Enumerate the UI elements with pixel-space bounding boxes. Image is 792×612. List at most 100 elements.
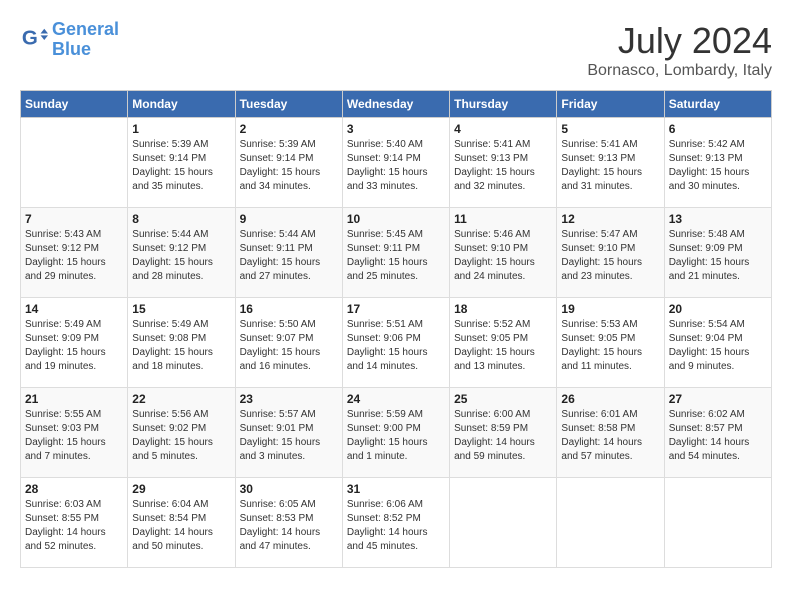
cell-content: Sunrise: 5:41 AM Sunset: 9:13 PM Dayligh… [454, 138, 552, 194]
calendar-cell: 1 Sunrise: 5:39 AM Sunset: 9:14 PM Daylig… [128, 118, 235, 208]
day-number: 15 [132, 302, 230, 316]
cell-content: Sunrise: 5:49 AM Sunset: 9:09 PM Dayligh… [25, 318, 123, 374]
weekday-header-tuesday: Tuesday [235, 91, 342, 118]
day-number: 22 [132, 392, 230, 406]
weekday-header-wednesday: Wednesday [342, 91, 449, 118]
day-number: 19 [561, 302, 659, 316]
day-number: 27 [669, 392, 767, 406]
day-number: 17 [347, 302, 445, 316]
day-number: 23 [240, 392, 338, 406]
cell-content: Sunrise: 5:42 AM Sunset: 9:13 PM Dayligh… [669, 138, 767, 194]
calendar-table: SundayMondayTuesdayWednesdayThursdayFrid… [20, 90, 772, 568]
calendar-cell [21, 118, 128, 208]
day-number: 20 [669, 302, 767, 316]
calendar-cell: 16 Sunrise: 5:50 AM Sunset: 9:07 PM Dayli… [235, 298, 342, 388]
cell-content: Sunrise: 6:05 AM Sunset: 8:53 PM Dayligh… [240, 498, 338, 554]
cell-content: Sunrise: 5:47 AM Sunset: 9:10 PM Dayligh… [561, 228, 659, 284]
week-row-3: 14 Sunrise: 5:49 AM Sunset: 9:09 PM Dayli… [21, 298, 772, 388]
calendar-cell: 7 Sunrise: 5:43 AM Sunset: 9:12 PM Daylig… [21, 208, 128, 298]
calendar-cell: 23 Sunrise: 5:57 AM Sunset: 9:01 PM Dayli… [235, 388, 342, 478]
day-number: 13 [669, 212, 767, 226]
cell-content: Sunrise: 5:59 AM Sunset: 9:00 PM Dayligh… [347, 408, 445, 464]
calendar-cell: 30 Sunrise: 6:05 AM Sunset: 8:53 PM Dayli… [235, 478, 342, 568]
cell-content: Sunrise: 5:46 AM Sunset: 9:10 PM Dayligh… [454, 228, 552, 284]
logo: G General Blue [20, 20, 119, 60]
day-number: 6 [669, 122, 767, 136]
cell-content: Sunrise: 5:39 AM Sunset: 9:14 PM Dayligh… [132, 138, 230, 194]
cell-content: Sunrise: 5:55 AM Sunset: 9:03 PM Dayligh… [25, 408, 123, 464]
day-number: 12 [561, 212, 659, 226]
day-number: 5 [561, 122, 659, 136]
day-number: 9 [240, 212, 338, 226]
calendar-cell: 22 Sunrise: 5:56 AM Sunset: 9:02 PM Dayli… [128, 388, 235, 478]
day-number: 21 [25, 392, 123, 406]
calendar-cell: 26Sunrise: 6:01 AM Sunset: 8:58 PM Dayli… [557, 388, 664, 478]
day-number: 3 [347, 122, 445, 136]
calendar-cell: 29Sunrise: 6:04 AM Sunset: 8:54 PM Dayli… [128, 478, 235, 568]
day-number: 7 [25, 212, 123, 226]
cell-content: Sunrise: 5:53 AM Sunset: 9:05 PM Dayligh… [561, 318, 659, 374]
calendar-cell: 13 Sunrise: 5:48 AM Sunset: 9:09 PM Dayli… [664, 208, 771, 298]
page-header: G General Blue July 2024 Bornasco, Lomba… [20, 20, 772, 80]
cell-content: Sunrise: 6:00 AM Sunset: 8:59 PM Dayligh… [454, 408, 552, 464]
cell-content: Sunrise: 5:54 AM Sunset: 9:04 PM Dayligh… [669, 318, 767, 374]
day-number: 1 [132, 122, 230, 136]
calendar-cell: 10Sunrise: 5:45 AM Sunset: 9:11 PM Dayli… [342, 208, 449, 298]
day-number: 2 [240, 122, 338, 136]
calendar-cell: 2 Sunrise: 5:39 AM Sunset: 9:14 PM Daylig… [235, 118, 342, 208]
location: Bornasco, Lombardy, Italy [587, 62, 772, 80]
cell-content: Sunrise: 5:52 AM Sunset: 9:05 PM Dayligh… [454, 318, 552, 374]
cell-content: Sunrise: 5:43 AM Sunset: 9:12 PM Dayligh… [25, 228, 123, 284]
month-year: July 2024 [587, 20, 772, 62]
calendar-cell: 8Sunrise: 5:44 AM Sunset: 9:12 PM Daylig… [128, 208, 235, 298]
logo-line1: General [52, 19, 119, 39]
cell-content: Sunrise: 5:48 AM Sunset: 9:09 PM Dayligh… [669, 228, 767, 284]
cell-content: Sunrise: 5:44 AM Sunset: 9:11 PM Dayligh… [240, 228, 338, 284]
weekday-header-thursday: Thursday [450, 91, 557, 118]
calendar-cell: 25 Sunrise: 6:00 AM Sunset: 8:59 PM Dayli… [450, 388, 557, 478]
day-number: 26 [561, 392, 659, 406]
weekday-header-monday: Monday [128, 91, 235, 118]
calendar-cell [557, 478, 664, 568]
cell-content: Sunrise: 5:45 AM Sunset: 9:11 PM Dayligh… [347, 228, 445, 284]
cell-content: Sunrise: 5:49 AM Sunset: 9:08 PM Dayligh… [132, 318, 230, 374]
calendar-cell: 15 Sunrise: 5:49 AM Sunset: 9:08 PM Dayli… [128, 298, 235, 388]
calendar-cell: 28Sunrise: 6:03 AM Sunset: 8:55 PM Dayli… [21, 478, 128, 568]
cell-content: Sunrise: 5:40 AM Sunset: 9:14 PM Dayligh… [347, 138, 445, 194]
cell-content: Sunrise: 5:57 AM Sunset: 9:01 PM Dayligh… [240, 408, 338, 464]
calendar-cell [664, 478, 771, 568]
calendar-cell: 27Sunrise: 6:02 AM Sunset: 8:57 PM Dayli… [664, 388, 771, 478]
day-number: 28 [25, 482, 123, 496]
cell-content: Sunrise: 6:06 AM Sunset: 8:52 PM Dayligh… [347, 498, 445, 554]
title-block: July 2024 Bornasco, Lombardy, Italy [587, 20, 772, 80]
week-row-5: 28Sunrise: 6:03 AM Sunset: 8:55 PM Dayli… [21, 478, 772, 568]
day-number: 14 [25, 302, 123, 316]
weekday-header-row: SundayMondayTuesdayWednesdayThursdayFrid… [21, 91, 772, 118]
week-row-2: 7 Sunrise: 5:43 AM Sunset: 9:12 PM Daylig… [21, 208, 772, 298]
cell-content: Sunrise: 5:41 AM Sunset: 9:13 PM Dayligh… [561, 138, 659, 194]
calendar-cell: 9 Sunrise: 5:44 AM Sunset: 9:11 PM Daylig… [235, 208, 342, 298]
week-row-4: 21 Sunrise: 5:55 AM Sunset: 9:03 PM Dayli… [21, 388, 772, 478]
cell-content: Sunrise: 5:39 AM Sunset: 9:14 PM Dayligh… [240, 138, 338, 194]
cell-content: Sunrise: 6:04 AM Sunset: 8:54 PM Dayligh… [132, 498, 230, 554]
calendar-cell: 11Sunrise: 5:46 AM Sunset: 9:10 PM Dayli… [450, 208, 557, 298]
calendar-cell: 31Sunrise: 6:06 AM Sunset: 8:52 PM Dayli… [342, 478, 449, 568]
calendar-cell: 14 Sunrise: 5:49 AM Sunset: 9:09 PM Dayli… [21, 298, 128, 388]
cell-content: Sunrise: 5:44 AM Sunset: 9:12 PM Dayligh… [132, 228, 230, 284]
calendar-cell: 17Sunrise: 5:51 AM Sunset: 9:06 PM Dayli… [342, 298, 449, 388]
cell-content: Sunrise: 5:50 AM Sunset: 9:07 PM Dayligh… [240, 318, 338, 374]
day-number: 25 [454, 392, 552, 406]
day-number: 18 [454, 302, 552, 316]
day-number: 24 [347, 392, 445, 406]
logo-line2: Blue [52, 39, 91, 59]
day-number: 4 [454, 122, 552, 136]
weekday-header-friday: Friday [557, 91, 664, 118]
day-number: 30 [240, 482, 338, 496]
calendar-cell: 6 Sunrise: 5:42 AM Sunset: 9:13 PM Daylig… [664, 118, 771, 208]
day-number: 16 [240, 302, 338, 316]
calendar-cell [450, 478, 557, 568]
weekday-header-sunday: Sunday [21, 91, 128, 118]
calendar-cell: 5 Sunrise: 5:41 AM Sunset: 9:13 PM Daylig… [557, 118, 664, 208]
cell-content: Sunrise: 5:56 AM Sunset: 9:02 PM Dayligh… [132, 408, 230, 464]
calendar-cell: 20 Sunrise: 5:54 AM Sunset: 9:04 PM Dayli… [664, 298, 771, 388]
